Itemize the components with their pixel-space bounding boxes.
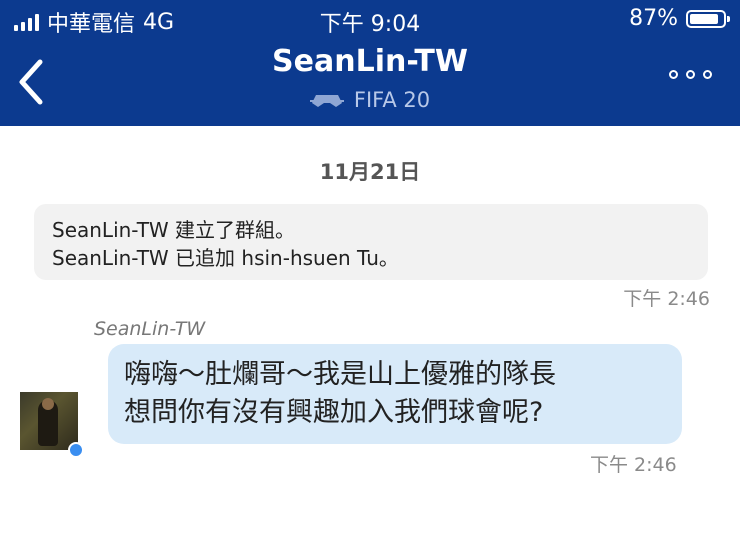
online-status-dot [68, 442, 84, 458]
game-controller-icon [309, 95, 344, 107]
status-bar: 中華電信 4G 下午 9:04 87% [0, 0, 740, 40]
avatar[interactable] [20, 392, 78, 450]
chat-subtitle: FIFA 20 [0, 88, 740, 112]
more-options-button[interactable] [669, 70, 712, 79]
sender-name: SeanLin-TW [94, 318, 206, 340]
message-time: 下午 2:46 [590, 454, 677, 476]
system-message-box: SeanLin-TW 建立了群組。 SeanLin-TW 已追加 hsin-hs… [34, 204, 708, 280]
message-bubble[interactable]: 嗨嗨～肚爛哥～我是山上優雅的隊長 想問你有沒有興趣加入我們球會呢? [108, 344, 682, 444]
date-divider: 11月21日 [319, 160, 421, 184]
system-message: SeanLin-TW 建立了群組。 [52, 218, 296, 242]
battery-icon [686, 9, 730, 28]
battery-info: 87% [629, 6, 730, 31]
header-bar: 中華電信 4G 下午 9:04 87% SeanLin-TW FIFA 20 [0, 0, 740, 126]
chat-title: SeanLin-TW [272, 44, 468, 79]
game-name: FIFA 20 [353, 88, 431, 112]
more-dots-icon [669, 70, 678, 79]
message-line: 嗨嗨～肚爛哥～我是山上優雅的隊長 [124, 359, 556, 390]
system-message-time: 下午 2:46 [623, 288, 710, 310]
system-message: SeanLin-TW 已追加 hsin-hsuen Tu。 [52, 246, 399, 270]
message-line: 想問你有沒有興趣加入我們球會呢? [124, 397, 544, 428]
battery-percent: 87% [629, 6, 678, 31]
